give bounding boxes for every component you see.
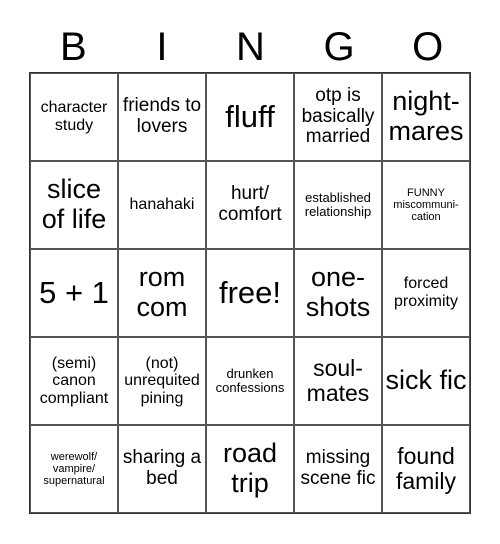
bingo-cell[interactable]: rom com [118,249,206,337]
bingo-cell[interactable]: hanahaki [118,161,206,249]
bingo-cell[interactable]: drunken confessions [206,337,294,425]
bingo-cell[interactable]: found family [382,425,470,513]
bingo-cell[interactable]: (semi) canon compliant [30,337,118,425]
header-letter-o: O [412,25,444,69]
bingo-cell[interactable]: (not) unrequited pining [118,337,206,425]
bingo-cell[interactable]: road trip [206,425,294,513]
bingo-cell[interactable]: sick fic [382,337,470,425]
bingo-cell[interactable]: 5 + 1 [30,249,118,337]
bingo-cell[interactable]: forced proximity [382,249,470,337]
bingo-cell[interactable]: sharing a bed [118,425,206,513]
bingo-cell[interactable]: soul-mates [294,337,382,425]
bingo-cell[interactable]: hurt/ comfort [206,161,294,249]
bingo-cell[interactable]: friends to lovers [118,73,206,161]
bingo-cell[interactable]: night-mares [382,73,470,161]
header-letter-i: I [156,25,168,69]
header-letter-n: N [236,25,265,69]
header-letter-b: B [59,25,87,69]
bingo-cell[interactable]: free! [206,249,294,337]
bingo-header: B I N G O [29,22,472,72]
bingo-cell[interactable]: fluff [206,73,294,161]
bingo-grid: character study friends to lovers fluff otp… [29,72,471,514]
header-letter-g: G [323,25,355,69]
bingo-cell[interactable]: character study [30,73,118,161]
bingo-cell[interactable]: one-shots [294,249,382,337]
bingo-cell[interactable]: otp is basically married [294,73,382,161]
bingo-cell[interactable]: slice of life [30,161,118,249]
bingo-cell[interactable]: missing scene fic [294,425,382,513]
bingo-cell[interactable]: established relationship [294,161,382,249]
bingo-cell[interactable]: FUNNY miscommuni-cation [382,161,470,249]
bingo-cell[interactable]: werewolf/ vampire/ supernatural [30,425,118,513]
